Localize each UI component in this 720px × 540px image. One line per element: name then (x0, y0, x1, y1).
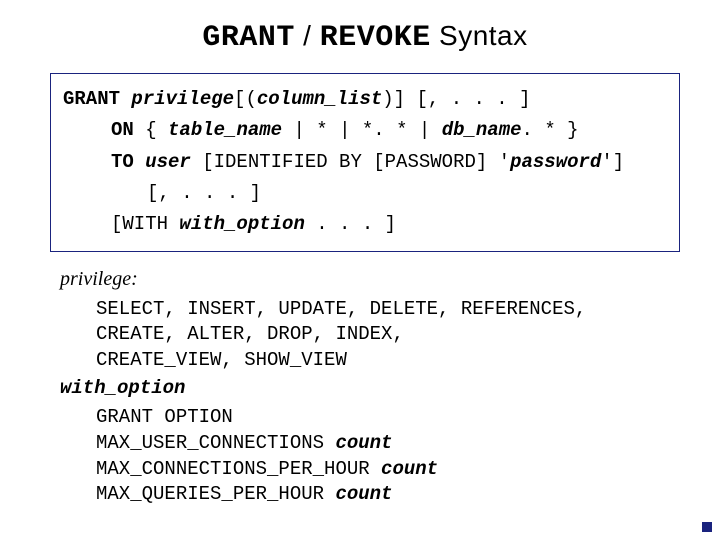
syntax-line-3: TO user [IDENTIFIED BY [PASSWORD] 'passw… (63, 147, 669, 178)
corner-square-icon (702, 522, 712, 532)
with-option-2: MAX_USER_CONNECTIONS count (60, 431, 680, 457)
privilege-list-1: SELECT, INSERT, UPDATE, DELETE, REFERENC… (60, 297, 680, 323)
syntax-line-5: [WITH with_option . . . ] (63, 209, 669, 240)
with-option-1: GRANT OPTION (60, 405, 680, 431)
title-code-revoke: REVOKE (320, 21, 431, 55)
slide-canvas: GRANT / REVOKE Syntax GRANT privilege[(c… (0, 0, 720, 540)
with-option-3: MAX_CONNECTIONS_PER_HOUR count (60, 457, 680, 483)
syntax-box: GRANT privilege[(column_list)] [, . . . … (50, 73, 680, 252)
with-option-header: with_option (60, 376, 680, 402)
privilege-list-2: CREATE, ALTER, DROP, INDEX, (60, 322, 680, 348)
with-option-4: MAX_QUERIES_PER_HOUR count (60, 482, 680, 508)
privilege-list-3: CREATE_VIEW, SHOW_VIEW (60, 348, 680, 374)
title-sep: / (295, 20, 320, 51)
syntax-line-1: GRANT privilege[(column_list)] [, . . . … (63, 84, 669, 115)
slide-title: GRANT / REVOKE Syntax (50, 20, 680, 55)
syntax-line-4: [, . . . ] (63, 178, 669, 209)
syntax-line-2: ON { table_name | * | *. * | db_name. * … (63, 115, 669, 146)
privilege-header: privilege: (60, 266, 680, 293)
title-tail: Syntax (431, 20, 528, 51)
title-code-grant: GRANT (202, 21, 295, 55)
definitions-block: privilege: SELECT, INSERT, UPDATE, DELET… (50, 266, 680, 508)
